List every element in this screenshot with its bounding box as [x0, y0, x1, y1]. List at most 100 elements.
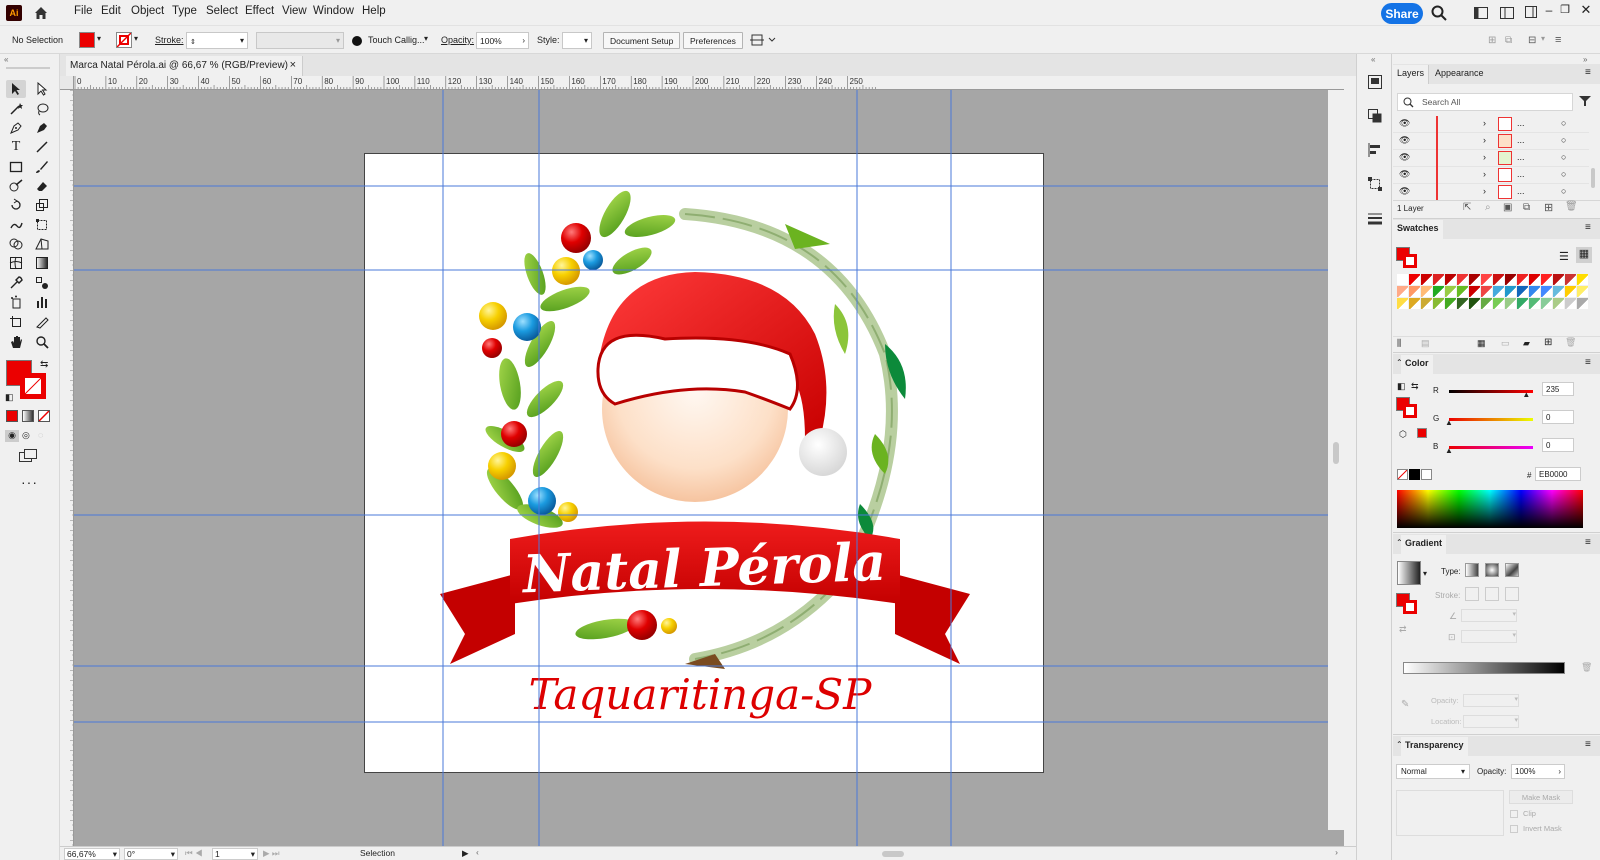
status-menu-icon[interactable]: ▶: [462, 848, 469, 859]
color-swatch[interactable]: [1493, 286, 1504, 297]
hand-tool-icon[interactable]: [6, 333, 26, 351]
color-swatch[interactable]: [1517, 274, 1528, 285]
new-folder-icon[interactable]: ▰: [1523, 338, 1530, 349]
color-swatch[interactable]: [1577, 286, 1588, 297]
make-mask-button[interactable]: Make Mask: [1509, 790, 1573, 804]
color-swatch[interactable]: [1469, 274, 1480, 285]
none-color-icon[interactable]: [1397, 469, 1408, 480]
eyedropper-tool-icon[interactable]: [6, 274, 26, 292]
color-swatch[interactable]: [1469, 298, 1480, 309]
stroke-label[interactable]: Stroke:: [155, 35, 184, 45]
close-window-icon[interactable]: ✕: [1578, 2, 1594, 18]
color-swatch[interactable]: [1409, 298, 1420, 309]
layer-row[interactable]: 👁 › ... ○: [1393, 150, 1589, 167]
color-swatch[interactable]: [1445, 274, 1456, 285]
eye-icon[interactable]: 👁: [1399, 169, 1410, 180]
b-value-input[interactable]: 0: [1542, 438, 1574, 452]
rotation-select[interactable]: 0° ▾: [124, 848, 178, 860]
locate-object-icon[interactable]: ⌕: [1485, 202, 1491, 213]
magic-wand-tool-icon[interactable]: [6, 100, 26, 118]
eraser-tool-icon[interactable]: [32, 177, 52, 195]
color-swatch[interactable]: [1529, 298, 1540, 309]
color-swatch[interactable]: [1541, 298, 1552, 309]
panel-menu-icon[interactable]: ≡: [1555, 34, 1561, 46]
color-swatch[interactable]: [1553, 298, 1564, 309]
color-swatch[interactable]: [1481, 274, 1492, 285]
learn-panel-icon[interactable]: [1525, 6, 1537, 21]
target-icon[interactable]: ○: [1561, 118, 1566, 128]
menu-type[interactable]: Type: [172, 5, 197, 17]
color-swatch[interactable]: [1433, 274, 1444, 285]
r-slider-thumb[interactable]: ▲: [1522, 390, 1530, 399]
last-artboard-icon[interactable]: ▶ ⏭: [263, 848, 280, 859]
chevron-down-icon[interactable]: ▾: [1541, 34, 1545, 43]
curvature-tool-icon[interactable]: [32, 119, 52, 137]
color-swatch[interactable]: [1577, 274, 1588, 285]
chevron-right-icon[interactable]: ›: [1483, 135, 1486, 145]
draw-inside-icon[interactable]: ◌: [38, 430, 43, 440]
rotate-tool-icon[interactable]: [6, 196, 26, 214]
color-swatch[interactable]: [1445, 298, 1456, 309]
delete-stop-icon[interactable]: 🗑: [1581, 662, 1592, 673]
default-fill-stroke-icon[interactable]: ◧: [5, 392, 14, 403]
column-graph-tool-icon[interactable]: [32, 293, 52, 311]
collapse-icon[interactable]: «: [1371, 55, 1375, 64]
gamut-color-swatch[interactable]: [1417, 428, 1427, 438]
freeform-gradient-icon[interactable]: [1505, 563, 1519, 577]
mesh-tool-icon[interactable]: [6, 254, 26, 272]
first-artboard-icon[interactable]: ⏮ ◀: [185, 848, 203, 859]
color-swatch[interactable]: [1397, 286, 1408, 297]
color-stroke-icon[interactable]: [1403, 404, 1417, 418]
color-group-icon[interactable]: ▭: [1501, 338, 1510, 349]
color-swatch[interactable]: [1409, 286, 1420, 297]
chevron-right-icon[interactable]: ›: [1483, 152, 1486, 162]
perspective-grid-tool-icon[interactable]: [32, 235, 52, 253]
color-swatch[interactable]: [1457, 298, 1468, 309]
color-swatch[interactable]: [1529, 274, 1540, 285]
close-tab-icon[interactable]: ×: [290, 59, 296, 71]
tab-swatches[interactable]: Swatches: [1393, 220, 1443, 239]
layer-row[interactable]: 👁 › ... ○: [1393, 116, 1589, 133]
free-transform-tool-icon[interactable]: [32, 216, 52, 234]
zoom-select[interactable]: 66,67% ▾: [64, 848, 120, 860]
vertical-scroll-thumb[interactable]: [1333, 442, 1339, 464]
new-sublayer-icon[interactable]: ⧉: [1523, 202, 1530, 213]
opacity-label[interactable]: Opacity:: [441, 35, 474, 45]
color-swatch[interactable]: [1397, 274, 1408, 285]
zoom-tool-icon[interactable]: [32, 333, 52, 351]
panel-menu-icon[interactable]: ≡: [1585, 222, 1591, 233]
color-swatch[interactable]: [1505, 286, 1516, 297]
color-spectrum[interactable]: [1397, 490, 1583, 528]
vertical-scrollbar[interactable]: [1328, 90, 1344, 830]
color-swatch[interactable]: [1541, 286, 1552, 297]
chevron-down-icon[interactable]: ▾: [134, 34, 138, 43]
fill-swatch[interactable]: [79, 32, 95, 48]
list-view-icon[interactable]: ☰: [1559, 250, 1569, 263]
clipping-mask-icon[interactable]: ▣: [1503, 202, 1512, 213]
reverse-gradient-icon[interactable]: ⇄: [1399, 624, 1407, 635]
horizontal-scrollbar[interactable]: ‹ ›: [474, 847, 1340, 860]
grid-view-icon[interactable]: ▦: [1576, 247, 1592, 263]
aspect-ratio-input[interactable]: ▾: [1461, 630, 1517, 643]
menu-edit[interactable]: Edit: [101, 5, 121, 17]
new-swatch-icon[interactable]: ⊞: [1544, 337, 1552, 348]
swap-fill-stroke-icon[interactable]: ⇆: [40, 359, 48, 370]
clip-checkbox[interactable]: [1510, 810, 1518, 818]
color-swatch[interactable]: [1517, 298, 1528, 309]
color-swatch[interactable]: [1553, 274, 1564, 285]
scroll-right-icon[interactable]: ›: [1335, 847, 1338, 857]
target-icon[interactable]: ○: [1561, 169, 1566, 179]
color-swatch[interactable]: [1457, 274, 1468, 285]
g-slider[interactable]: [1449, 418, 1533, 421]
vertical-ruler[interactable]: [60, 90, 74, 846]
menu-view[interactable]: View: [282, 5, 307, 17]
canvas[interactable]: Natal Pérola Taquaritinga-SP: [74, 90, 1344, 846]
shape-builder-tool-icon[interactable]: [6, 235, 26, 253]
isolate-icon[interactable]: ⊟: [1528, 35, 1536, 46]
chevron-down-icon[interactable]: ▾: [424, 34, 428, 43]
selection-tool-icon[interactable]: [6, 80, 26, 98]
color-swatch[interactable]: [1397, 298, 1408, 309]
out-of-gamut-icon[interactable]: ⬡: [1399, 429, 1407, 440]
color-swatch[interactable]: [1565, 286, 1576, 297]
color-swatch[interactable]: [1565, 274, 1576, 285]
